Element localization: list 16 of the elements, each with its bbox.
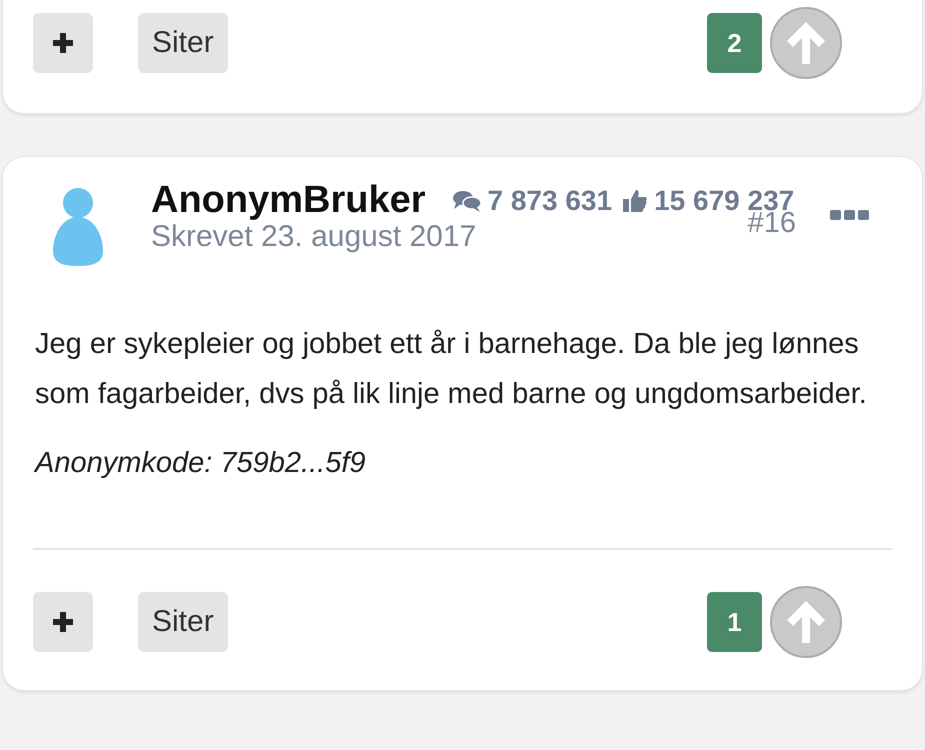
post-date: Skrevet 23. august 2017 [151,220,476,254]
score-badge: 2 [707,13,762,73]
plus-icon [51,610,75,634]
add-button[interactable] [33,13,93,73]
add-button[interactable] [33,592,93,652]
author-name[interactable]: AnonymBruker [151,179,426,222]
quote-button[interactable]: Siter [138,592,228,652]
thumbs-up-icon [622,188,648,214]
plus-icon [51,31,75,55]
anonymous-code: Anonymkode: 759b2...5f9 [35,447,367,480]
score-badge: 1 [707,592,762,652]
post-count: 7 873 631 [452,184,612,216]
comments-icon [452,188,482,212]
more-options-icon[interactable] [830,210,870,220]
post-text: Jeg er sykepleier og jobbet ett år i barnehage. Da ble jeg lønnes som fagarbeider, dvs på lik linje med barne og ungdomsarbeider. [35,327,868,412]
quote-button[interactable]: Siter [138,13,228,73]
